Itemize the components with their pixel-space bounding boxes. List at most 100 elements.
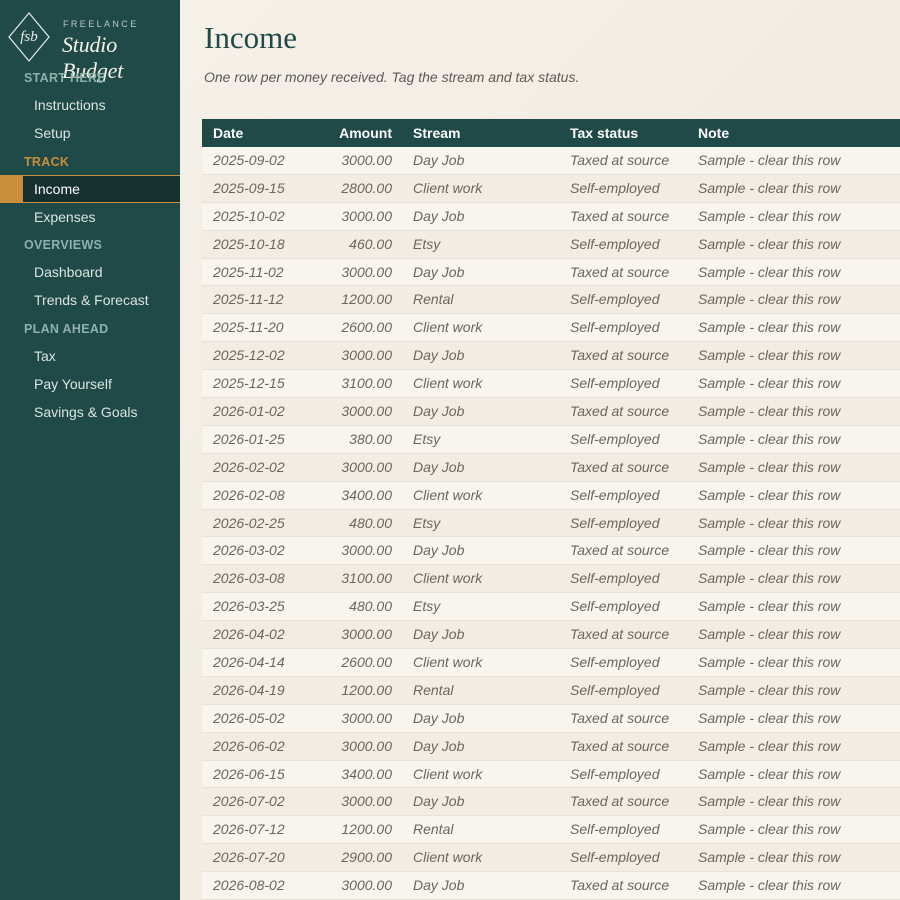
cell-note[interactable]: Sample - clear this row [698, 565, 840, 593]
cell-date[interactable]: 2025-10-02 [213, 203, 285, 231]
cell-stream[interactable]: Rental [413, 677, 453, 705]
column-header-date[interactable]: Date [213, 119, 243, 147]
sidebar-item-income[interactable]: Income [0, 175, 180, 203]
cell-tax-status[interactable]: Taxed at source [570, 259, 669, 287]
cell-amount[interactable]: 3100.00 [292, 370, 392, 398]
table-row[interactable]: 2025-09-15 2800.00 Client work Self-employe… [202, 174, 900, 203]
column-header-tax-status[interactable]: Tax status [570, 119, 638, 147]
cell-stream[interactable]: Client work [413, 761, 482, 789]
cell-amount[interactable]: 3000.00 [292, 147, 392, 175]
cell-amount[interactable]: 3000.00 [292, 203, 392, 231]
cell-stream[interactable]: Etsy [413, 231, 440, 259]
table-row[interactable]: 2025-11-12 1200.00 Rental Self-employed Samp… [202, 286, 900, 315]
cell-date[interactable]: 2025-11-02 [213, 259, 284, 287]
table-row[interactable]: 2026-03-08 3100.00 Client work Self-employe… [202, 565, 900, 594]
sidebar-item-pay-yourself[interactable]: Pay Yourself [0, 370, 180, 398]
cell-note[interactable]: Sample - clear this row [698, 426, 840, 454]
table-row[interactable]: 2025-11-20 2600.00 Client work Self-employe… [202, 314, 900, 343]
cell-note[interactable]: Sample - clear this row [698, 705, 840, 733]
cell-note[interactable]: Sample - clear this row [698, 454, 840, 482]
cell-amount[interactable]: 480.00 [292, 510, 392, 538]
cell-tax-status[interactable]: Self-employed [570, 286, 660, 314]
sidebar-item-setup[interactable]: Setup [0, 119, 180, 147]
cell-tax-status[interactable]: Self-employed [570, 761, 660, 789]
cell-amount[interactable]: 3000.00 [292, 454, 392, 482]
cell-stream[interactable]: Day Job [413, 203, 464, 231]
cell-stream[interactable]: Client work [413, 844, 482, 872]
table-row[interactable]: 2025-11-02 3000.00 Day Job Taxed at source S… [202, 258, 900, 287]
cell-tax-status[interactable]: Self-employed [570, 482, 660, 510]
cell-date[interactable]: 2026-07-02 [213, 788, 285, 816]
table-row[interactable]: 2026-01-25 380.00 Etsy Self-employed Sample … [202, 425, 900, 454]
cell-date[interactable]: 2026-03-02 [213, 537, 285, 565]
cell-amount[interactable]: 3100.00 [292, 565, 392, 593]
cell-stream[interactable]: Day Job [413, 259, 464, 287]
table-row[interactable]: 2025-12-02 3000.00 Day Job Taxed at source S… [202, 342, 900, 371]
table-row[interactable]: 2026-06-15 3400.00 Client work Self-employe… [202, 760, 900, 789]
table-row[interactable]: 2026-02-08 3400.00 Client work Self-employe… [202, 481, 900, 510]
cell-date[interactable]: 2026-02-02 [213, 454, 285, 482]
table-row[interactable]: 2025-10-18 460.00 Etsy Self-employed Sample … [202, 230, 900, 259]
cell-stream[interactable]: Day Job [413, 872, 464, 900]
cell-tax-status[interactable]: Taxed at source [570, 398, 669, 426]
cell-amount[interactable]: 1200.00 [292, 677, 392, 705]
cell-date[interactable]: 2026-04-19 [213, 677, 285, 705]
cell-date[interactable]: 2026-01-25 [213, 426, 285, 454]
cell-tax-status[interactable]: Taxed at source [570, 621, 669, 649]
cell-date[interactable]: 2025-09-02 [213, 147, 285, 175]
cell-stream[interactable]: Day Job [413, 733, 464, 761]
cell-note[interactable]: Sample - clear this row [698, 203, 840, 231]
cell-amount[interactable]: 3000.00 [292, 259, 392, 287]
table-row[interactable]: 2026-06-02 3000.00 Day Job Taxed at source S… [202, 732, 900, 761]
cell-date[interactable]: 2025-12-15 [213, 370, 285, 398]
table-row[interactable]: 2026-04-02 3000.00 Day Job Taxed at source S… [202, 621, 900, 650]
cell-note[interactable]: Sample - clear this row [698, 872, 840, 900]
cell-amount[interactable]: 3000.00 [292, 537, 392, 565]
cell-tax-status[interactable]: Self-employed [570, 816, 660, 844]
cell-note[interactable]: Sample - clear this row [698, 733, 840, 761]
cell-tax-status[interactable]: Taxed at source [570, 705, 669, 733]
cell-stream[interactable]: Rental [413, 816, 453, 844]
table-row[interactable]: 2026-07-02 3000.00 Day Job Taxed at source S… [202, 788, 900, 817]
cell-tax-status[interactable]: Taxed at source [570, 537, 669, 565]
cell-date[interactable]: 2026-03-08 [213, 565, 285, 593]
cell-note[interactable]: Sample - clear this row [698, 175, 840, 203]
cell-date[interactable]: 2025-11-12 [213, 286, 284, 314]
cell-amount[interactable]: 3000.00 [292, 788, 392, 816]
sidebar-item-instructions[interactable]: Instructions [0, 91, 180, 119]
cell-date[interactable]: 2026-06-02 [213, 733, 285, 761]
cell-note[interactable]: Sample - clear this row [698, 816, 840, 844]
cell-note[interactable]: Sample - clear this row [698, 482, 840, 510]
cell-date[interactable]: 2026-07-12 [213, 816, 285, 844]
table-row[interactable]: 2025-12-15 3100.00 Client work Self-employe… [202, 370, 900, 399]
cell-note[interactable]: Sample - clear this row [698, 844, 840, 872]
cell-tax-status[interactable]: Self-employed [570, 175, 660, 203]
cell-amount[interactable]: 460.00 [292, 231, 392, 259]
table-row[interactable]: 2026-03-25 480.00 Etsy Self-employed Sample … [202, 593, 900, 622]
cell-tax-status[interactable]: Taxed at source [570, 342, 669, 370]
cell-date[interactable]: 2026-03-25 [213, 593, 285, 621]
cell-stream[interactable]: Day Job [413, 147, 464, 175]
cell-amount[interactable]: 480.00 [292, 593, 392, 621]
table-row[interactable]: 2026-02-25 480.00 Etsy Self-employed Sample … [202, 509, 900, 538]
sidebar-item-tax[interactable]: Tax [0, 342, 180, 370]
cell-tax-status[interactable]: Self-employed [570, 426, 660, 454]
cell-note[interactable]: Sample - clear this row [698, 677, 840, 705]
cell-amount[interactable]: 2600.00 [292, 314, 392, 342]
table-row[interactable]: 2026-07-12 1200.00 Rental Self-employed Samp… [202, 816, 900, 845]
table-row[interactable]: 2026-04-19 1200.00 Rental Self-employed Samp… [202, 676, 900, 705]
cell-date[interactable]: 2026-02-25 [213, 510, 285, 538]
cell-tax-status[interactable]: Self-employed [570, 231, 660, 259]
column-header-stream[interactable]: Stream [413, 119, 460, 147]
cell-tax-status[interactable]: Taxed at source [570, 147, 669, 175]
cell-stream[interactable]: Day Job [413, 788, 464, 816]
table-row[interactable]: 2025-10-02 3000.00 Day Job Taxed at source S… [202, 202, 900, 231]
cell-date[interactable]: 2026-04-14 [213, 649, 285, 677]
cell-tax-status[interactable]: Self-employed [570, 649, 660, 677]
sidebar-item-expenses[interactable]: Expenses [0, 203, 180, 231]
cell-stream[interactable]: Day Job [413, 342, 464, 370]
cell-tax-status[interactable]: Taxed at source [570, 872, 669, 900]
cell-note[interactable]: Sample - clear this row [698, 649, 840, 677]
cell-note[interactable]: Sample - clear this row [698, 286, 840, 314]
cell-amount[interactable]: 3000.00 [292, 342, 392, 370]
